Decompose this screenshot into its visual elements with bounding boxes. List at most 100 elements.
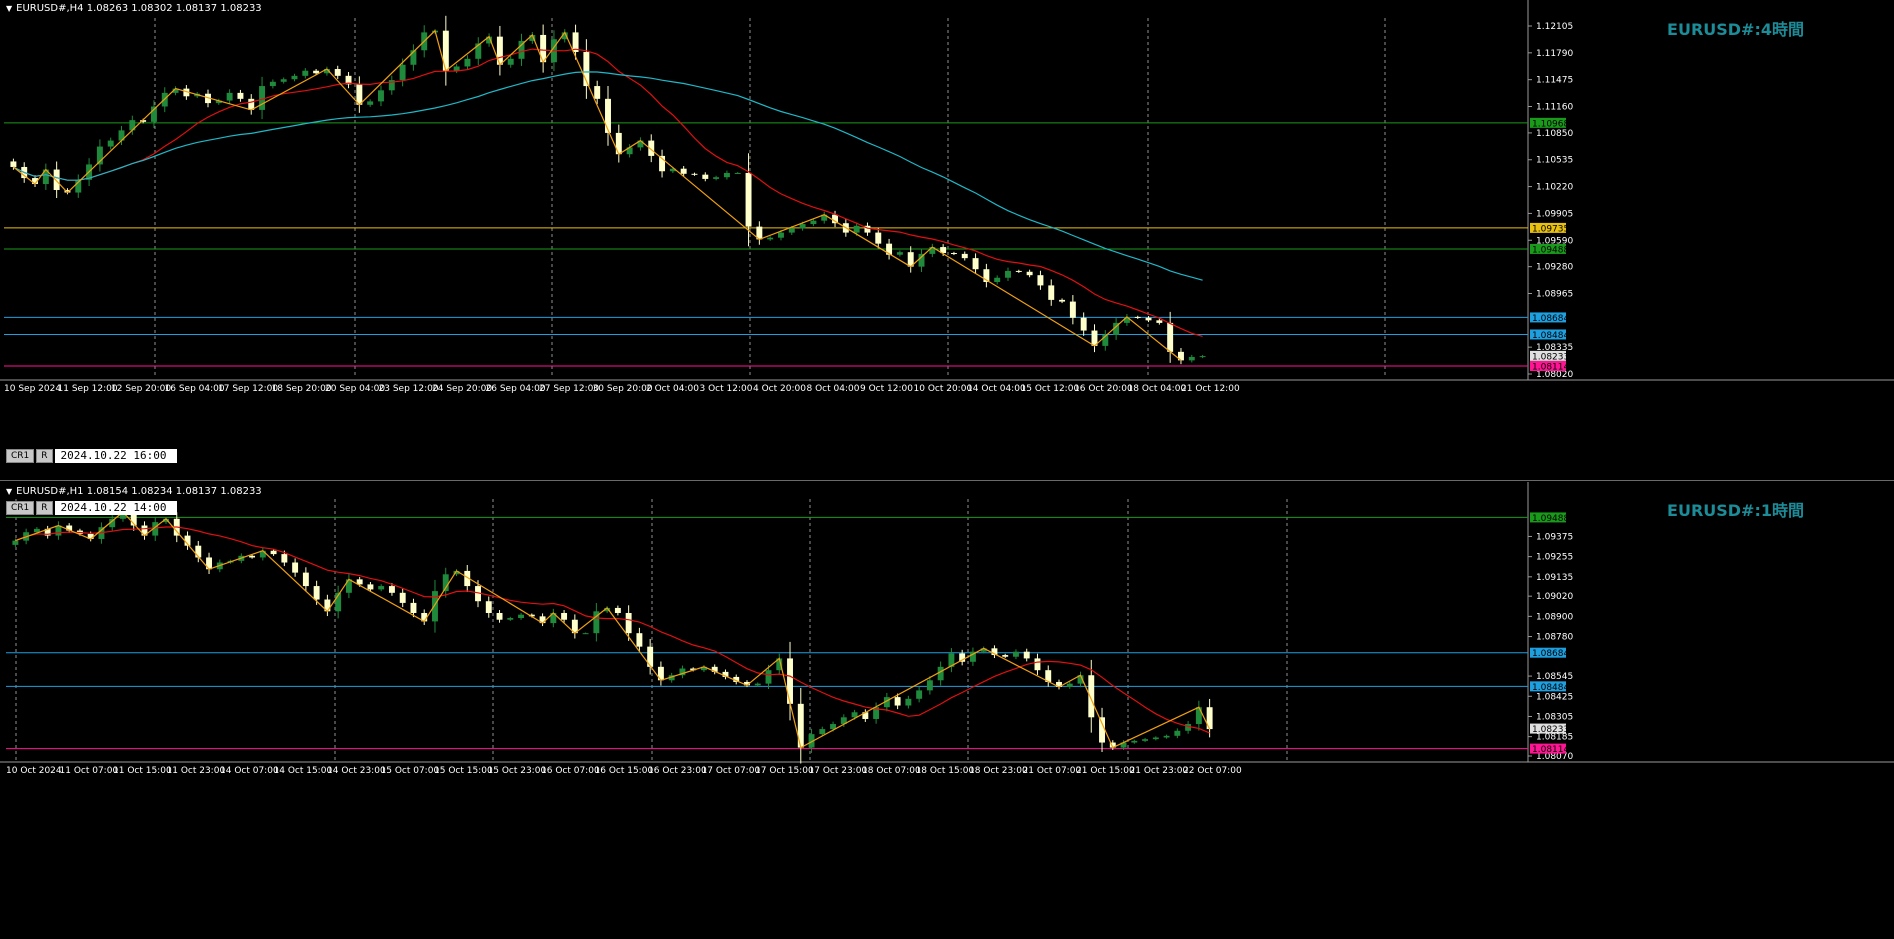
candle (485, 601, 492, 613)
price-level-label: 1.09488 (1532, 514, 1569, 524)
candle (1069, 301, 1076, 318)
h1-crosshair-time-box: CR1 R 2024.10.22 14:00 (6, 501, 177, 515)
candle (1015, 270, 1022, 272)
y-tick-label: 1.08965 (1536, 289, 1573, 299)
x-tick-label: 18 Oct 07:00 (862, 766, 921, 776)
candle (582, 633, 589, 635)
candle (378, 90, 384, 102)
candle (302, 70, 309, 76)
candle (723, 172, 730, 178)
h4-chart-pane[interactable]: 1.12105 1.11790 1.11475 1.11160 1.10850 1.105… (0, 0, 1894, 481)
price-level-label: 1.08114 (1532, 362, 1569, 372)
candle (388, 586, 395, 593)
x-tick-label: 16 Oct 23:00 (648, 766, 707, 776)
x-tick-label: 9 Oct 12:00 (860, 384, 913, 394)
candle (399, 592, 406, 603)
candle (313, 70, 320, 74)
candle (107, 140, 114, 147)
y-tick-label: 1.11475 (1536, 76, 1573, 86)
h1-watermark: EURUSD#:1時間 (1667, 501, 1804, 520)
candle (810, 220, 817, 225)
x-tick-label: 15 Oct 07:00 (381, 766, 440, 776)
candle (291, 75, 298, 80)
candle (10, 161, 17, 167)
candle (594, 86, 601, 99)
x-tick-label: 16 Oct 20:00 (1074, 384, 1133, 394)
x-tick-label: 14 Oct 15:00 (274, 766, 333, 776)
candle (799, 224, 806, 229)
plot-area: 1.12105 1.11790 1.11475 1.11160 1.10850 1.105… (0, 0, 1894, 394)
zigzag-line (15, 511, 1211, 749)
candle (269, 81, 276, 87)
candle (787, 658, 793, 704)
price-level-label: 1.08484 (1532, 331, 1569, 341)
candle (410, 602, 417, 613)
candle (507, 618, 514, 620)
candle (972, 258, 979, 270)
candle (334, 69, 341, 76)
collapse-triangle-icon[interactable]: ▼ (6, 4, 12, 13)
candle (702, 174, 709, 179)
candle (765, 670, 772, 684)
price-level-label: 1.08684 (1532, 314, 1569, 324)
candle (367, 584, 374, 590)
y-tick-label: 1.11160 (1536, 103, 1573, 113)
candle (518, 614, 525, 619)
x-tick-label: 18 Oct 15:00 (916, 766, 975, 776)
candle (745, 172, 752, 227)
candle (1080, 317, 1087, 331)
price-level-label: 1.09735 (1532, 224, 1569, 234)
candle (680, 168, 687, 174)
plot-area: 1.09375 1.09255 1.09135 1.09020 1.08900 1.087… (0, 482, 1894, 776)
y-tick-label: 1.09280 (1536, 263, 1573, 273)
candle (1142, 739, 1149, 741)
x-tick-label: 10 Oct 20:00 (914, 384, 973, 394)
x-tick-label: 11 Oct 15:00 (113, 766, 172, 776)
y-tick-label: 1.09135 (1536, 573, 1573, 583)
candle (1002, 655, 1009, 657)
candle (561, 612, 568, 620)
r-tag[interactable]: R (36, 501, 53, 515)
h1-chart-canvas[interactable]: 1.09375 1.09255 1.09135 1.09020 1.08900 1.087… (0, 482, 1894, 939)
candle (280, 79, 287, 82)
y-tick-label: 1.08900 (1536, 612, 1573, 622)
h4-chart-canvas[interactable]: 1.12105 1.11790 1.11475 1.11160 1.10850 1.105… (0, 0, 1894, 480)
r-tag[interactable]: R (36, 449, 53, 463)
candle (53, 169, 60, 190)
candle (259, 86, 266, 110)
price-level-label: 1.08114 (1532, 745, 1569, 755)
h1-chart-pane[interactable]: 1.09375 1.09255 1.09135 1.09020 1.08900 1.087… (0, 482, 1894, 939)
y-tick-label: 1.11790 (1536, 49, 1573, 59)
candle (734, 172, 741, 174)
candle (432, 591, 438, 622)
candle (713, 177, 720, 179)
candle (851, 712, 858, 718)
candle (1099, 717, 1105, 743)
h4-header-text: EURUSD#,H4 1.08263 1.08302 1.08137 1.082… (16, 3, 262, 14)
cr-tag[interactable]: CR1 (6, 501, 35, 515)
candle (464, 58, 471, 67)
price-level-label: 1.10968 (1532, 119, 1569, 129)
x-tick-label: 11 Oct 07:00 (60, 766, 119, 776)
candle (302, 572, 309, 587)
x-tick-label: 20 Sep 04:00 (325, 384, 385, 394)
x-tick-label: 10 Oct 2024 (6, 766, 62, 776)
y-tick-label: 1.10220 (1536, 183, 1573, 193)
y-tick-label: 1.08305 (1536, 712, 1573, 722)
candle (1131, 740, 1138, 743)
candle (614, 607, 621, 613)
candle (1199, 356, 1206, 358)
x-tick-label: 14 Oct 23:00 (327, 766, 386, 776)
candle (896, 252, 903, 255)
candle (1013, 651, 1019, 657)
collapse-triangle-icon[interactable]: ▼ (6, 487, 12, 496)
candle (1026, 271, 1033, 276)
y-tick-label: 1.10535 (1536, 156, 1573, 166)
h1-header: ▼ EURUSD#,H1 1.08154 1.08234 1.08137 1.08… (6, 486, 262, 497)
candle (950, 253, 957, 255)
candle (12, 540, 19, 545)
candle (615, 132, 622, 155)
candle (894, 697, 901, 706)
candle (926, 680, 933, 691)
cr-tag[interactable]: CR1 (6, 449, 35, 463)
